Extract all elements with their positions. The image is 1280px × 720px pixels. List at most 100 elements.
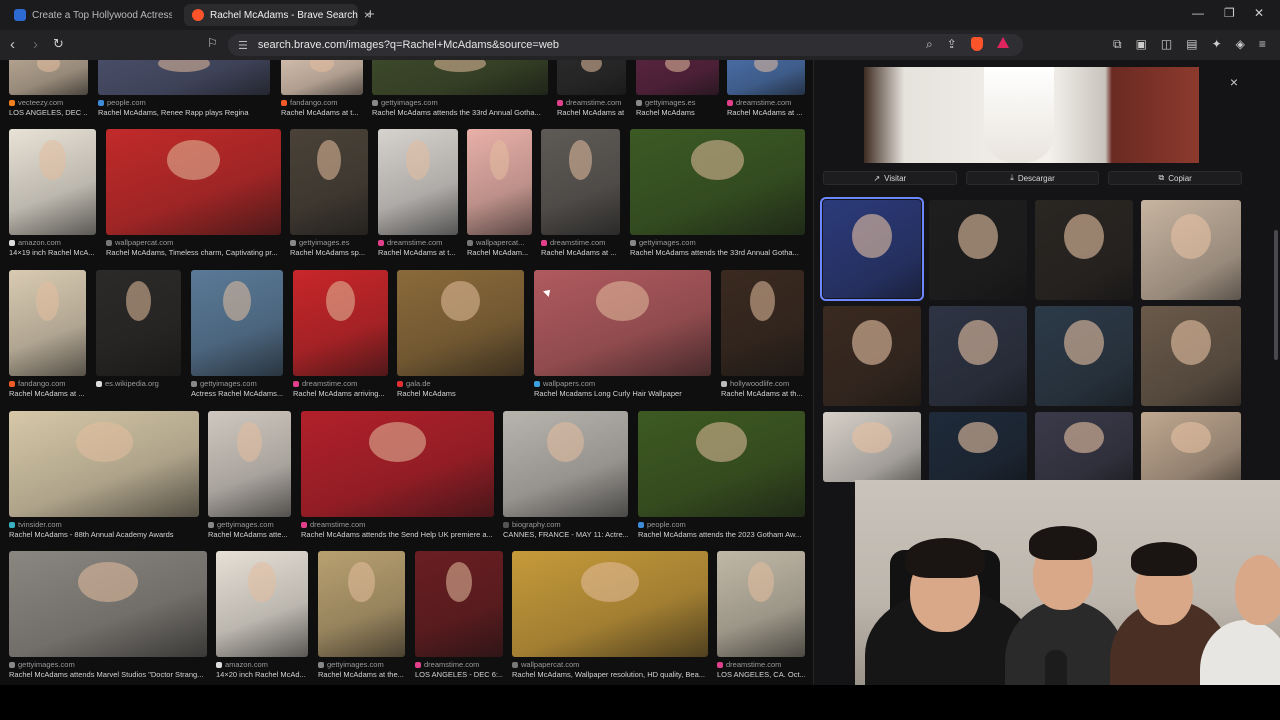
related-image[interactable] <box>823 306 921 406</box>
sidebar-icon[interactable]: ◫ <box>1161 37 1172 52</box>
result-image[interactable] <box>534 270 711 376</box>
related-image[interactable] <box>1035 306 1133 406</box>
result-image[interactable] <box>9 129 96 235</box>
related-image[interactable] <box>1035 412 1133 482</box>
result-image[interactable] <box>9 411 199 517</box>
result-meta[interactable]: gettyimages.com Rachel McAdams atte... <box>208 520 291 540</box>
related-image[interactable] <box>929 412 1027 482</box>
result-image[interactable] <box>721 270 804 376</box>
vpn-icon[interactable]: ◈ <box>1236 37 1245 52</box>
result-meta[interactable]: dreamstime.com Rachel McAdams at ... <box>727 98 805 118</box>
result-image[interactable] <box>9 60 88 95</box>
result-image[interactable] <box>208 411 291 517</box>
tab-brave-search[interactable]: Rachel McAdams - Brave Search × <box>184 4 371 26</box>
forward-icon[interactable]: › <box>33 36 38 53</box>
result-image[interactable] <box>541 129 620 235</box>
result-meta[interactable]: dreamstime.com Rachel McAdams at t... <box>378 238 458 258</box>
result-meta[interactable]: vecteezy.com LOS ANGELES, DEC ... <box>9 98 88 118</box>
restore-icon[interactable]: ❐ <box>1224 6 1235 20</box>
result-meta[interactable]: people.com Rachel McAdams attends the 202… <box>638 520 805 540</box>
result-meta[interactable]: hollywoodlife.com Rachel McAdams at th... <box>721 379 804 399</box>
result-meta[interactable]: dreamstime.com Rachel McAdams at ... <box>557 98 626 118</box>
result-image[interactable] <box>557 60 626 95</box>
result-meta[interactable]: gettyimages.com Rachel McAdams attends Ma… <box>9 660 207 680</box>
copy-button[interactable]: ⧉ Copiar <box>1108 171 1243 185</box>
reload-icon[interactable]: ↻ <box>53 36 64 52</box>
result-image[interactable] <box>717 551 805 657</box>
leo-ai-icon[interactable]: ✦ <box>1212 37 1222 52</box>
result-image[interactable] <box>467 129 532 235</box>
result-image[interactable] <box>318 551 405 657</box>
brave-shields-icon[interactable] <box>970 37 983 51</box>
related-image[interactable] <box>1141 200 1241 300</box>
result-image[interactable] <box>301 411 494 517</box>
result-image[interactable] <box>727 60 805 95</box>
result-image[interactable] <box>106 129 281 235</box>
tab-tier-maker[interactable]: Create a Top Hollywood Actress Tier <box>6 4 180 26</box>
result-image[interactable] <box>9 551 207 657</box>
download-button[interactable]: ⤓ Descargar <box>965 171 1100 185</box>
result-meta[interactable]: wallpapercat.com Rachel McAdams, Wallpape… <box>512 660 708 680</box>
result-meta[interactable]: fandango.com Rachel McAdams at t... <box>281 98 363 118</box>
result-meta[interactable]: biography.com CANNES, FRANCE - MAY 11: Ac… <box>503 520 628 540</box>
result-meta[interactable]: tvinsider.com Rachel McAdams - 88th Annua… <box>9 520 199 540</box>
close-panel-icon[interactable]: × <box>1230 74 1238 90</box>
result-image[interactable] <box>638 411 805 517</box>
result-image[interactable] <box>378 129 458 235</box>
reader-icon[interactable]: ▤ <box>1186 37 1197 52</box>
result-meta[interactable]: wallpapercat.com Rachel McAdams, Timeless… <box>106 238 281 258</box>
result-image[interactable] <box>293 270 388 376</box>
close-window-icon[interactable]: ✕ <box>1254 6 1264 20</box>
result-meta[interactable]: fandango.com Rachel McAdams at ... <box>9 379 86 399</box>
result-image[interactable] <box>290 129 368 235</box>
result-meta[interactable]: dreamstime.com LOS ANGELES - DEC 6:... <box>415 660 503 680</box>
bookmark-icon[interactable]: ⚐ <box>207 36 218 50</box>
related-image[interactable] <box>820 197 924 301</box>
share-icon[interactable]: ⇪ <box>947 37 957 52</box>
result-meta[interactable]: dreamstime.com Rachel McAdams arriving... <box>293 379 388 399</box>
result-meta[interactable]: es.wikipedia.org <box>96 379 181 389</box>
minimize-icon[interactable]: — <box>1192 6 1204 20</box>
new-tab-button[interactable]: + <box>366 6 375 23</box>
zoom-icon[interactable]: ⌕ <box>926 37 933 52</box>
result-image[interactable] <box>9 270 86 376</box>
result-meta[interactable]: dreamstime.com Rachel McAdams at ... <box>541 238 620 258</box>
result-meta[interactable]: gettyimages.es Rachel McAdams sp... <box>290 238 368 258</box>
result-meta[interactable]: dreamstime.com Rachel McAdams attends the… <box>301 520 494 540</box>
result-meta[interactable]: amazon.com 14×19 inch Rachel McA... <box>9 238 96 258</box>
result-image[interactable] <box>98 60 270 95</box>
visit-button[interactable]: ↗ Visitar <box>823 171 957 185</box>
result-meta[interactable]: wallpapercat... Rachel McAdam... <box>467 238 532 258</box>
result-meta[interactable]: people.com Rachel McAdams, Renee Rapp pla… <box>98 98 270 118</box>
result-image[interactable] <box>636 60 719 95</box>
extensions-icon[interactable]: ⧉ <box>1113 37 1122 52</box>
address-bar[interactable]: ☰ search.brave.com/images?q=Rachel+McAda… <box>228 34 1023 56</box>
result-meta[interactable]: amazon.com 14×20 inch Rachel McAd... <box>216 660 308 680</box>
result-image[interactable] <box>630 129 805 235</box>
result-meta[interactable]: gettyimages.com Rachel McAdams attends th… <box>372 98 548 118</box>
result-meta[interactable]: dreamstime.com LOS ANGELES, CA. Oct... <box>717 660 805 680</box>
result-image[interactable] <box>415 551 503 657</box>
result-meta[interactable]: gettyimages.com Rachel McAdams at the... <box>318 660 405 680</box>
result-meta[interactable]: gettyimages.com Rachel McAdams attends th… <box>630 238 805 258</box>
result-image[interactable] <box>397 270 524 376</box>
site-settings-icon[interactable]: ☰ <box>238 39 248 52</box>
result-image[interactable] <box>216 551 308 657</box>
related-image[interactable] <box>823 412 921 482</box>
result-image[interactable] <box>281 60 363 95</box>
result-image[interactable] <box>503 411 628 517</box>
wallet-icon[interactable]: ▣ <box>1136 37 1147 52</box>
result-image[interactable] <box>191 270 283 376</box>
related-image[interactable] <box>929 306 1027 406</box>
related-image[interactable] <box>1141 306 1241 406</box>
result-image[interactable] <box>96 270 181 376</box>
related-image[interactable] <box>929 200 1027 300</box>
related-image[interactable] <box>1035 200 1133 300</box>
back-icon[interactable]: ‹ <box>10 36 15 53</box>
result-image[interactable] <box>372 60 548 95</box>
result-meta[interactable]: gala.de Rachel McAdams <box>397 379 524 399</box>
result-meta[interactable]: gettyimages.com Actress Rachel McAdams... <box>191 379 283 399</box>
panel-scrollbar[interactable] <box>1274 230 1278 360</box>
preview-image[interactable] <box>864 67 1199 163</box>
brave-rewards-icon[interactable] <box>996 37 1009 48</box>
